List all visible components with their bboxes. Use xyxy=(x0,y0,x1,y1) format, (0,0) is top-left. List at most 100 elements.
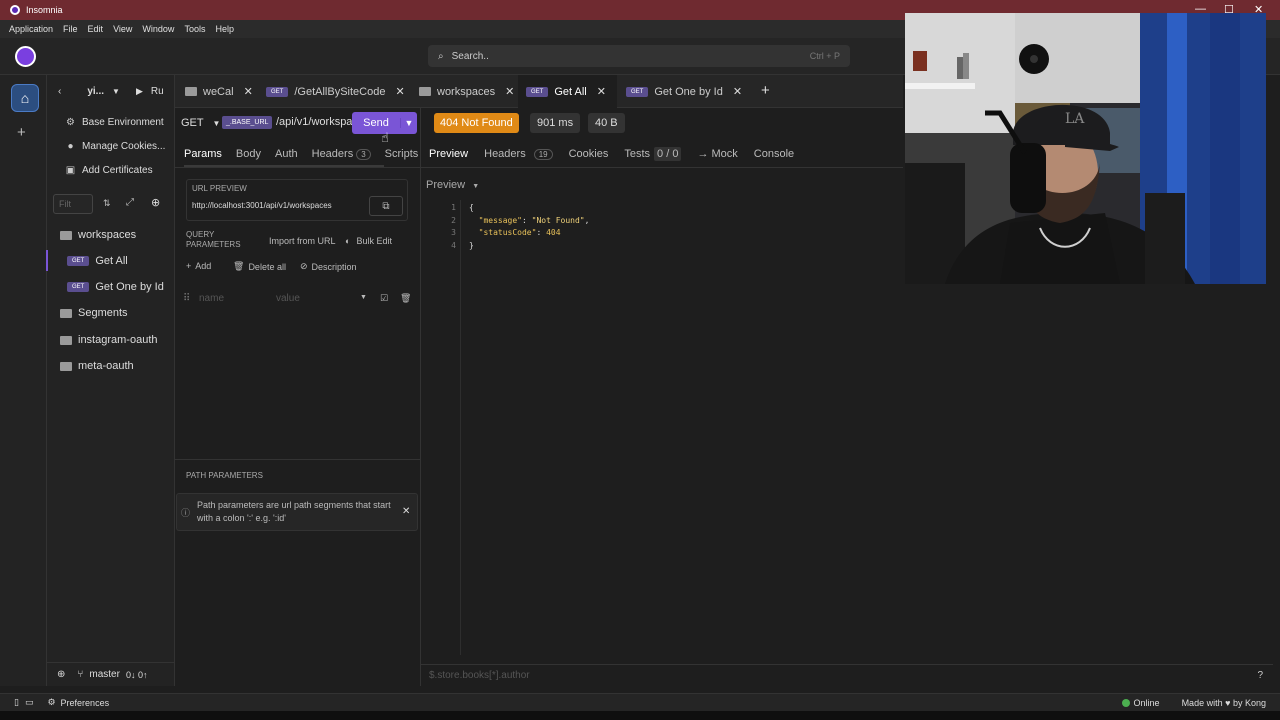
response-headers-count: 19 xyxy=(533,148,553,160)
tab-label: workspaces xyxy=(437,85,496,98)
add-certificates-label: Add Certificates xyxy=(82,165,153,176)
branch-name[interactable]: master xyxy=(89,669,120,680)
search-icon: ⌕ xyxy=(438,50,444,62)
toggle-layout-icon[interactable]: ▭ xyxy=(25,697,34,708)
tab-preview[interactable]: Preview xyxy=(429,148,468,160)
tab-getallbysitecode[interactable]: GET /GetAllBySiteCode ✕ xyxy=(258,75,413,108)
app-logo-icon[interactable] xyxy=(15,46,36,67)
sidebar-request-get-one[interactable]: GET Get One by Id xyxy=(67,281,164,293)
online-dot-icon xyxy=(1121,698,1130,707)
param-name-input[interactable]: name xyxy=(199,293,224,304)
response-filter-input[interactable]: $.store.books[*].author ? xyxy=(421,664,1273,686)
trash-icon[interactable]: 🗑 xyxy=(400,293,411,304)
chevron-down-icon[interactable]: ▼ xyxy=(400,118,417,128)
tab-response-headers[interactable]: Headers 19 xyxy=(484,148,553,160)
run-label[interactable]: Ru xyxy=(151,86,164,97)
tab-wecal[interactable]: weCal ✕ xyxy=(177,75,261,108)
window-title: Insomnia xyxy=(26,5,63,15)
add-param-button[interactable]: + Add xyxy=(186,261,211,271)
preferences-button[interactable]: ⚙ Preferences xyxy=(47,697,109,708)
menu-view[interactable]: View xyxy=(113,24,132,34)
home-button[interactable]: ⌂ xyxy=(11,84,39,112)
menu-edit[interactable]: Edit xyxy=(88,24,104,34)
tab-scripts[interactable]: Scripts xyxy=(385,148,419,160)
add-item-icon[interactable]: ⊕ xyxy=(151,196,160,209)
tab-mock[interactable]: → Mock xyxy=(697,148,737,160)
tab-console[interactable]: Console xyxy=(754,148,794,160)
help-icon[interactable]: ? xyxy=(1257,670,1263,681)
menu-file[interactable]: File xyxy=(63,24,78,34)
add-certificates-link[interactable]: ▣ Add Certificates xyxy=(65,165,153,176)
webcam-image: LA xyxy=(905,13,1266,284)
tab-scroll-indicator xyxy=(184,165,384,167)
manage-cookies-link[interactable]: ● Manage Cookies... xyxy=(65,141,165,152)
new-tab-icon[interactable]: + xyxy=(761,82,770,99)
expand-icon[interactable]: ⤢ xyxy=(126,197,134,208)
toggle-sidebar-icon[interactable]: ▯ xyxy=(14,697,19,708)
sidebar-request-get-all[interactable]: GET Get All xyxy=(67,255,128,267)
query-label-1: QUERY xyxy=(186,230,215,239)
base-url-tag[interactable]: _.BASE_URL xyxy=(222,116,273,129)
close-tab-icon[interactable]: ✕ xyxy=(597,85,606,98)
sync-status[interactable]: 0↓ 0↑ xyxy=(126,670,148,680)
chevron-down-icon[interactable]: ▼ xyxy=(112,87,120,96)
param-value-input[interactable]: value xyxy=(276,293,300,304)
preview-mode-label: Preview xyxy=(426,179,466,191)
made-with-kong: Made with ♥ by Kong xyxy=(1182,698,1266,708)
tab-get-one-by-id[interactable]: GET Get One by Id ✕ xyxy=(618,75,750,108)
back-icon[interactable]: ‹ xyxy=(58,86,61,97)
webcam-overlay: LA xyxy=(905,13,1266,284)
globe-icon[interactable]: ⊕ xyxy=(57,669,65,680)
project-name[interactable]: yi... xyxy=(87,86,104,97)
sidebar-folder-instagram-oauth[interactable]: instagram-oauth xyxy=(60,334,158,346)
tab-cookies[interactable]: Cookies xyxy=(569,148,609,160)
tab-headers[interactable]: Headers 3 xyxy=(312,148,371,160)
chevron-down-icon[interactable]: ▼ xyxy=(360,294,367,301)
tab-body[interactable]: Body xyxy=(236,148,261,160)
response-body-editor[interactable]: 1{ 2 "message": "Not Found", 3 "statusCo… xyxy=(446,202,589,252)
bulk-edit-button[interactable]: ◐ Bulk Edit xyxy=(345,236,392,246)
folder-label: Segments xyxy=(78,307,128,319)
preferences-label: Preferences xyxy=(60,697,110,708)
method-select[interactable]: GET ▼ xyxy=(181,117,220,129)
sidebar-folder-meta-oauth[interactable]: meta-oauth xyxy=(60,360,134,372)
search-placeholder: Search.. xyxy=(451,50,489,62)
close-tab-icon[interactable]: ✕ xyxy=(395,85,404,98)
path-note-text: Path parameters are url path segments th… xyxy=(197,500,391,523)
menu-help[interactable]: Help xyxy=(215,24,234,34)
sidebar-folder-workspaces[interactable]: workspaces xyxy=(60,229,136,241)
base-environment-label: Base Environment xyxy=(82,117,164,128)
sidebar-filter-input[interactable]: Filt xyxy=(53,194,93,214)
menu-window[interactable]: Window xyxy=(142,24,174,34)
tab-workspaces[interactable]: workspaces ✕ xyxy=(411,75,522,108)
tab-params[interactable]: Params xyxy=(184,148,222,160)
close-tab-icon[interactable]: ✕ xyxy=(244,85,253,98)
checkbox-icon[interactable]: ☑ xyxy=(380,293,388,304)
json-value: "Not Found" xyxy=(531,215,585,225)
menu-application[interactable]: Application xyxy=(9,24,53,34)
close-tab-icon[interactable]: ✕ xyxy=(733,85,742,98)
chevron-down-icon: ▼ xyxy=(212,119,221,128)
base-environment-link[interactable]: ⚙ Base Environment xyxy=(65,117,164,128)
url-input[interactable]: /api/v1/workspaces xyxy=(276,116,352,128)
line-number: 3 xyxy=(451,228,456,238)
drag-handle-icon[interactable]: ⠿ xyxy=(183,293,190,304)
sidebar-folder-segments[interactable]: Segments xyxy=(60,307,128,319)
copy-button[interactable]: ⧉ xyxy=(369,196,403,216)
gear-icon: ⚙ xyxy=(47,697,56,707)
menu-tools[interactable]: Tools xyxy=(184,24,205,34)
delete-all-button[interactable]: 🗑 Delete all xyxy=(233,261,286,272)
import-from-url-button[interactable]: Import from URL xyxy=(269,236,336,246)
trash-icon: 🗑 xyxy=(233,261,245,271)
add-project-icon[interactable]: + xyxy=(17,124,26,141)
tab-auth[interactable]: Auth xyxy=(275,148,298,160)
tab-tests[interactable]: Tests 0 / 0 xyxy=(624,146,682,161)
close-note-icon[interactable]: ✕ xyxy=(402,506,410,517)
search-bar[interactable]: ⌕ Search.. Ctrl + P xyxy=(428,45,850,67)
tab-get-all[interactable]: GET Get All ✕ xyxy=(518,75,617,108)
preview-mode-select[interactable]: Preview ▼ xyxy=(426,179,479,191)
close-tab-icon[interactable]: ✕ xyxy=(505,85,514,98)
play-icon[interactable]: ▶ xyxy=(136,86,143,97)
description-button[interactable]: ⊘ Description xyxy=(300,261,357,272)
sort-icon[interactable]: ⇅ xyxy=(103,198,111,209)
